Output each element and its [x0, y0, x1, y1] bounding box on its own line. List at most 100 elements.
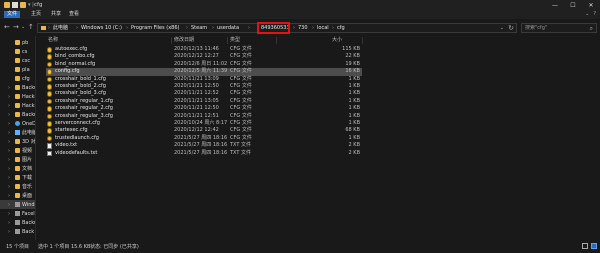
sidebar-item[interactable]: › Back: [0, 227, 35, 236]
sidebar-item[interactable]: cfg: [0, 74, 35, 83]
table-row[interactable]: crosshair_bold_3.cfg 2020/11/21 12:52 CFG …: [46, 90, 362, 97]
cfg-file-icon: [47, 121, 52, 127]
text-file-icon: [47, 143, 52, 149]
breadcrumb-cfg[interactable]: cfg: [337, 25, 345, 32]
chevron-right-icon[interactable]: ›: [8, 184, 10, 190]
chevron-right-icon[interactable]: ›: [8, 211, 10, 217]
up-button[interactable]: ↑: [28, 24, 34, 31]
table-row[interactable]: video.txt 2021/5/27 周四 18:16 TXT 文件 2 KB: [46, 142, 362, 149]
table-row[interactable]: crosshair_regular_2.cfg 2020/11/21 12:50 C…: [46, 105, 362, 112]
sidebar-item[interactable]: › 视频: [0, 146, 35, 155]
table-row[interactable]: trustedlaunch.cfg 2021/5/27 周四 18:16 CFG 文…: [46, 135, 362, 142]
help-icon[interactable]: ?: [593, 11, 596, 17]
sidebar-item[interactable]: › OneDri: [0, 119, 35, 128]
sidebar-item[interactable]: cs: [0, 47, 35, 56]
column-size[interactable]: 大小: [332, 37, 342, 44]
search-input[interactable]: [525, 25, 587, 31]
sidebar-item[interactable]: › 下载: [0, 173, 35, 182]
sidebar-item[interactable]: › Backu: [0, 83, 35, 92]
address-dropdown-icon[interactable]: ⌄: [500, 25, 504, 31]
chevron-right-icon[interactable]: ›: [8, 112, 10, 118]
chevron-down-icon[interactable]: ⌄: [585, 11, 589, 17]
details-view-button[interactable]: [582, 243, 588, 249]
sidebar-item[interactable]: › Faceli: [0, 209, 35, 218]
chevron-right-icon[interactable]: ›: [8, 103, 10, 109]
minimize-button[interactable]: —: [546, 0, 564, 10]
sidebar-item[interactable]: › Hackn: [0, 92, 35, 101]
breadcrumb-c-drive[interactable]: Windows 10 (C:): [81, 25, 122, 32]
table-row[interactable]: crosshair_bold_1.cfg 2020/11/21 13:09 CFG …: [46, 76, 362, 83]
refresh-icon[interactable]: ↻: [508, 24, 514, 32]
file-date: 2020/11/21 13:09: [174, 75, 219, 82]
column-date[interactable]: 修改日期: [174, 37, 194, 44]
breadcrumb-730[interactable]: 730: [298, 25, 308, 32]
navigation-pane[interactable]: pb cs csc pla cfg › Backu › Hackn › Hackn › Backu › On…: [0, 36, 36, 240]
table-row[interactable]: crosshair_bold_2.cfg 2020/11/21 12:50 CFG …: [46, 83, 362, 90]
address-bar[interactable]: › 此电脑 › Windows 10 (C:) › Program Files …: [37, 22, 517, 34]
column-type[interactable]: 类型: [230, 37, 240, 44]
sidebar-item[interactable]: › Backu: [0, 218, 35, 227]
close-button[interactable]: ✕: [582, 0, 600, 10]
chevron-right-icon[interactable]: ›: [8, 130, 10, 136]
back-button[interactable]: ←: [4, 24, 10, 31]
folder-icon: [15, 94, 20, 99]
sidebar-item[interactable]: › 文档: [0, 164, 35, 173]
table-row[interactable]: videodefaults.txt 2021/5/27 周四 18:16 TXT 文…: [46, 150, 362, 157]
chevron-right-icon[interactable]: ›: [8, 175, 10, 181]
table-row[interactable]: startexec.cfg 2020/12/12 12:42 CFG 文件 68 KB: [46, 127, 362, 134]
search-box[interactable]: ⌕: [521, 23, 597, 33]
chevron-right-icon[interactable]: ›: [8, 121, 10, 127]
sidebar-item[interactable]: › 图片: [0, 155, 35, 164]
new-folder-icon[interactable]: [20, 2, 26, 8]
chevron-right-icon[interactable]: ›: [8, 94, 10, 100]
breadcrumb-userdata[interactable]: userdata: [217, 25, 239, 32]
table-row[interactable]: crosshair_regular_1.cfg 2020/11/21 13:05 C…: [46, 98, 362, 105]
tab-share[interactable]: 共享: [48, 11, 64, 18]
sidebar-item[interactable]: pla: [0, 65, 35, 74]
file-date: 2021/5/27 周四 18:16: [174, 142, 228, 149]
sidebar-item[interactable]: csc: [0, 56, 35, 65]
breadcrumb-this-pc[interactable]: 此电脑: [53, 25, 68, 32]
file-name: trustedlaunch.cfg: [55, 134, 99, 141]
sidebar-item[interactable]: › Backu: [0, 110, 35, 119]
properties-icon[interactable]: [12, 2, 18, 8]
breadcrumb-program-files[interactable]: Program Files (x86): [131, 25, 179, 32]
table-row[interactable]: crosshair_regular_3.cfg 2020/11/21 12:51 C…: [46, 113, 362, 120]
forward-button[interactable]: →: [13, 24, 19, 31]
breadcrumb-local[interactable]: local: [317, 25, 329, 32]
sidebar-item[interactable]: › 音乐: [0, 182, 35, 191]
table-row[interactable]: serverconnect.cfg 2020/10/24 周六 8:17 CFG 文…: [46, 120, 362, 127]
recent-locations-button[interactable]: ⌄: [21, 24, 25, 31]
chevron-right-icon[interactable]: ›: [8, 229, 10, 235]
column-name[interactable]: 名称: [48, 37, 58, 44]
table-row[interactable]: bind_combo.cfg 2020/12/12 12:27 CFG 文件 22 K…: [46, 53, 362, 60]
sidebar-item[interactable]: › 此电脑: [0, 128, 35, 137]
tab-view[interactable]: 查看: [66, 11, 82, 18]
chevron-right-icon[interactable]: ›: [8, 202, 10, 208]
sidebar-item[interactable]: › Windo: [0, 200, 35, 209]
chevron-right-icon[interactable]: ›: [8, 157, 10, 163]
table-row[interactable]: config.cfg 2020/12/5 周六 11:39 CFG 文件 16 KB: [46, 68, 362, 76]
tab-file[interactable]: 文件: [4, 11, 21, 18]
quick-access-toolbar-menu[interactable]: ▾ |: [28, 2, 34, 8]
sidebar-item[interactable]: › 桌面: [0, 191, 35, 200]
chevron-right-icon[interactable]: ›: [8, 139, 10, 145]
folder-icon: [15, 85, 20, 90]
file-name: bind_normal.cfg: [55, 60, 96, 67]
chevron-right-icon[interactable]: ›: [8, 220, 10, 226]
chevron-right-icon[interactable]: ›: [8, 166, 10, 172]
tab-home[interactable]: 主页: [28, 11, 44, 18]
sidebar-item[interactable]: pb: [0, 38, 35, 47]
chevron-right-icon[interactable]: ›: [8, 85, 10, 91]
breadcrumb-steam[interactable]: Steam: [191, 25, 207, 32]
chevron-right-icon[interactable]: ›: [8, 193, 10, 199]
large-icons-view-button[interactable]: [591, 243, 597, 249]
table-row[interactable]: autoexec.cfg 2020/12/13 11:46 CFG 文件 115 KB: [46, 46, 362, 53]
file-date: 2020/12/12 12:27: [174, 53, 219, 60]
sidebar-item-label: Windo: [22, 201, 35, 208]
maximize-button[interactable]: ☐: [564, 0, 582, 10]
sidebar-item[interactable]: › Hackn: [0, 101, 35, 110]
sidebar-item[interactable]: › 3D 对: [0, 137, 35, 146]
chevron-right-icon[interactable]: ›: [8, 148, 10, 154]
file-date: 2020/10/24 周六 8:17: [174, 120, 228, 126]
